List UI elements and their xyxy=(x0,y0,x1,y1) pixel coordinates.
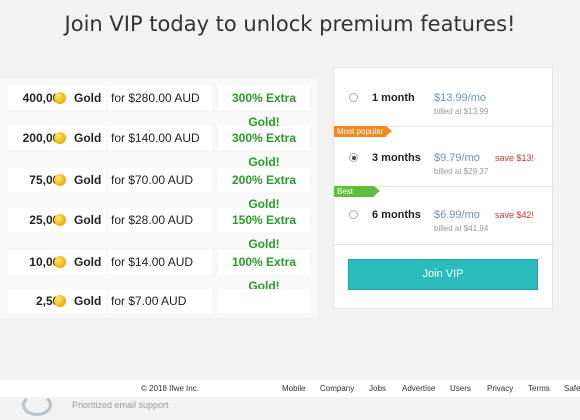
plan-billed: billed at $13.99 xyxy=(434,107,489,116)
page-headline: Join VIP today to unlock premium feature… xyxy=(64,12,516,36)
footer-copyright: © 2018 Ifwe Inc. xyxy=(141,384,199,393)
vip-plan-card: 1 month $13.99/mo billed at $13.99 Most … xyxy=(333,67,554,309)
gold-package-row[interactable]: 10,000 Gold for $14.00 AUD 100% Extra Go… xyxy=(0,250,318,293)
underlying-feature-text: Prioritized email support xyxy=(72,400,169,410)
plan-price: $9.79/mo xyxy=(434,152,480,164)
gold-bonus: 100% Extra Gold! xyxy=(218,250,310,293)
gold-unit-label: Gold xyxy=(70,250,106,274)
gold-price: for $140.00 AUD xyxy=(108,126,212,150)
gold-unit-label: Gold xyxy=(70,168,106,192)
gold-packages-panel: 400,000 Gold for $280.00 AUD 300% Extra … xyxy=(0,78,318,318)
gold-package-row[interactable]: 2,500 Gold for $7.00 AUD xyxy=(0,289,318,313)
gold-coin-icon xyxy=(52,168,68,192)
plan-savings: save $42! xyxy=(494,210,534,220)
plan-duration: 3 months xyxy=(372,152,421,164)
plan-price: $13.99/mo xyxy=(434,92,486,104)
plan-price: $6.99/mo xyxy=(434,209,480,221)
gold-coin-icon xyxy=(52,289,68,313)
site-footer: © 2018 Ifwe Inc. Mobile Company Jobs Adv… xyxy=(0,380,580,397)
footer-link-privacy[interactable]: Privacy xyxy=(487,384,513,393)
footer-link-company[interactable]: Company xyxy=(320,384,354,393)
gold-bonus xyxy=(218,289,310,313)
vip-plan-option[interactable]: 3 months $9.79/mo save $13! billed at $2… xyxy=(334,128,554,186)
gold-package-row[interactable]: 400,000 Gold for $280.00 AUD 300% Extra … xyxy=(0,86,318,129)
gold-bonus: 150% Extra Gold! xyxy=(218,208,310,251)
gold-price: for $70.00 AUD xyxy=(108,168,212,192)
gold-unit-label: Gold xyxy=(70,86,106,110)
plan-radio[interactable] xyxy=(349,93,358,102)
gold-price: for $28.00 AUD xyxy=(108,208,212,232)
footer-link-users[interactable]: Users xyxy=(450,384,471,393)
plan-radio[interactable] xyxy=(349,210,358,219)
gold-bonus: 300% Extra Gold! xyxy=(218,86,310,129)
plan-radio[interactable] xyxy=(349,153,358,162)
gold-package-row[interactable]: 25,000 Gold for $28.00 AUD 150% Extra Go… xyxy=(0,208,318,251)
plan-divider xyxy=(334,244,554,245)
gold-coin-icon xyxy=(52,86,68,110)
gold-coin-icon xyxy=(52,208,68,232)
gold-coin-icon xyxy=(52,250,68,274)
gold-bonus: 300% Extra Gold! xyxy=(218,126,310,169)
shield-icon xyxy=(22,394,52,416)
plan-billed: billed at $29.37 xyxy=(434,167,489,176)
join-vip-button[interactable]: Join VIP xyxy=(348,259,538,290)
gold-unit-label: Gold xyxy=(70,208,106,232)
footer-link-advertise[interactable]: Advertise xyxy=(402,384,435,393)
gold-package-row[interactable]: 75,000 Gold for $70.00 AUD 200% Extra Go… xyxy=(0,168,318,211)
plan-duration: 6 months xyxy=(372,209,421,221)
gold-price: for $280.00 AUD xyxy=(108,86,212,110)
gold-bonus: 200% Extra Gold! xyxy=(218,168,310,211)
plan-billed: billed at $41.94 xyxy=(434,224,489,233)
gold-unit-label: Gold xyxy=(70,289,106,313)
vip-plan-option[interactable]: 6 months $6.99/mo save $42! billed at $4… xyxy=(334,188,554,246)
footer-link-mobile[interactable]: Mobile xyxy=(282,384,306,393)
footer-link-terms[interactable]: Terms xyxy=(528,384,550,393)
gold-unit-label: Gold xyxy=(70,126,106,150)
vip-plan-option[interactable]: 1 month $13.99/mo billed at $13.99 xyxy=(334,68,554,126)
gold-price: for $14.00 AUD xyxy=(108,250,212,274)
gold-package-row[interactable]: 200,000 Gold for $140.00 AUD 300% Extra … xyxy=(0,126,318,169)
plan-duration: 1 month xyxy=(372,92,415,104)
footer-link-jobs[interactable]: Jobs xyxy=(369,384,386,393)
gold-price: for $7.00 AUD xyxy=(108,289,212,313)
gold-coin-icon xyxy=(52,126,68,150)
footer-link-safe[interactable]: Safe xyxy=(564,384,580,393)
plan-savings: save $13! xyxy=(494,153,534,163)
